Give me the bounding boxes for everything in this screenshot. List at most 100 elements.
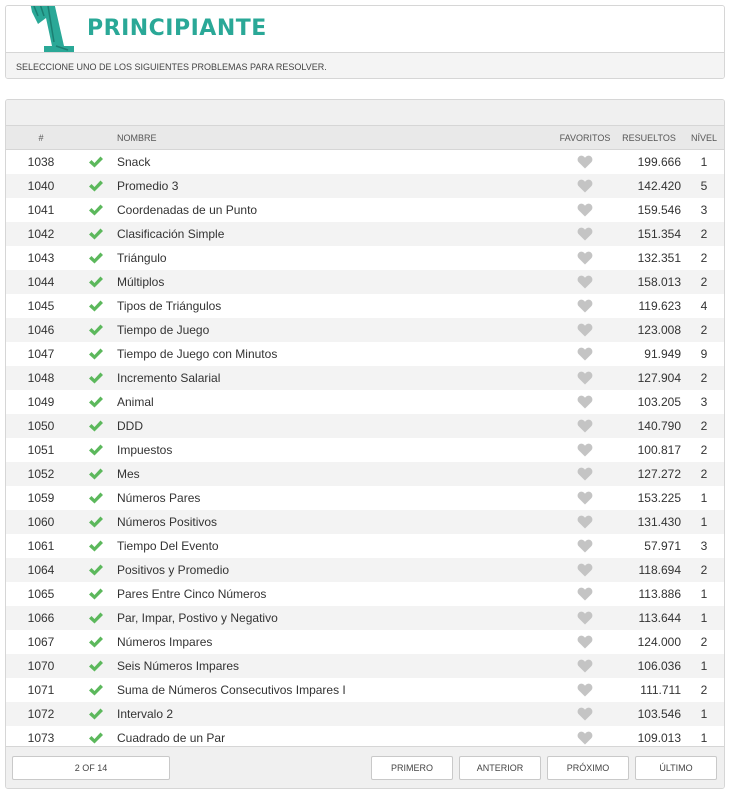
favorite-heart-icon[interactable]	[556, 419, 614, 433]
favorite-heart-icon[interactable]	[556, 395, 614, 409]
table-row[interactable]: 1067 Números Impares 124.000 2	[6, 630, 724, 654]
solved-count: 118.694	[638, 563, 682, 577]
table-row[interactable]: 1045 Tipos de Triángulos 119.623 4	[6, 294, 724, 318]
favorite-heart-icon[interactable]	[556, 587, 614, 601]
table-row[interactable]: 1049 Animal 103.205 3	[6, 390, 724, 414]
table-row[interactable]: 1038 Snack 199.666 1	[6, 150, 724, 174]
favorite-heart-icon[interactable]	[556, 491, 614, 505]
problem-name-link[interactable]: Tiempo de Juego con Minutos	[116, 347, 556, 361]
column-header-number[interactable]: #	[6, 133, 76, 143]
problem-name-link[interactable]: Números Pares	[116, 491, 556, 505]
favorite-heart-icon[interactable]	[556, 683, 614, 697]
solved-count: 159.546	[637, 203, 681, 217]
problem-name-link[interactable]: Mes	[116, 467, 556, 481]
favorite-heart-icon[interactable]	[556, 227, 614, 241]
column-header-name[interactable]: NOMBRE	[116, 133, 556, 143]
problem-name-link[interactable]: Seis Números Impares	[116, 659, 556, 673]
problem-name-link[interactable]: Snack	[116, 155, 556, 169]
favorite-heart-icon[interactable]	[556, 515, 614, 529]
table-row[interactable]: 1065 Pares Entre Cinco Números 113.886 1	[6, 582, 724, 606]
problem-name-link[interactable]: Múltiplos	[116, 275, 556, 289]
favorite-heart-icon[interactable]	[556, 659, 614, 673]
table-row[interactable]: 1072 Intervalo 2 103.546 1	[6, 702, 724, 726]
table-body: 1038 Snack 199.666 1 1040 Promedio 3 142.420 5 1…	[6, 150, 724, 750]
table-row[interactable]: 1051 Impuestos 100.817 2	[6, 438, 724, 462]
problem-name-link[interactable]: Impuestos	[116, 443, 556, 457]
table-row[interactable]: 1050 DDD 140.790 2	[6, 414, 724, 438]
favorite-heart-icon[interactable]	[556, 539, 614, 553]
table-row[interactable]: 1048 Incremento Salarial 127.904 2	[6, 366, 724, 390]
favorite-heart-icon[interactable]	[556, 299, 614, 313]
problem-name-link[interactable]: Positivos y Promedio	[116, 563, 556, 577]
problem-name-link[interactable]: Suma de Números Consecutivos Impares I	[116, 683, 556, 697]
table-row[interactable]: 1043 Triángulo 132.351 2	[6, 246, 724, 270]
column-header-solved[interactable]: RESUELTOS	[614, 133, 684, 143]
problem-name-link[interactable]: Promedio 3	[116, 179, 556, 193]
favorite-heart-icon[interactable]	[556, 203, 614, 217]
problem-name-link[interactable]: Tiempo Del Evento	[116, 539, 556, 553]
table-row[interactable]: 1047 Tiempo de Juego con Minutos 91.949 9	[6, 342, 724, 366]
page-indicator: 2 OF 14	[12, 756, 170, 780]
table-row[interactable]: 1046 Tiempo de Juego 123.008 2	[6, 318, 724, 342]
difficulty-level: 1	[700, 587, 708, 601]
solved-check-icon	[76, 467, 116, 481]
favorite-heart-icon[interactable]	[556, 371, 614, 385]
table-row[interactable]: 1061 Tiempo Del Evento 57.971 3	[6, 534, 724, 558]
table-row[interactable]: 1042 Clasificación Simple 151.354 2	[6, 222, 724, 246]
favorite-heart-icon[interactable]	[556, 275, 614, 289]
solved-check-icon	[76, 587, 116, 601]
problem-name-link[interactable]: Números Impares	[116, 635, 556, 649]
problem-name-link[interactable]: Intervalo 2	[116, 707, 556, 721]
favorite-heart-icon[interactable]	[556, 707, 614, 721]
next-page-button[interactable]: PRÓXIMO	[547, 756, 629, 780]
first-page-button[interactable]: PRIMERO	[371, 756, 453, 780]
solved-check-icon	[76, 635, 116, 649]
difficulty-level: 2	[700, 467, 708, 481]
problem-name-link[interactable]: Pares Entre Cinco Números	[116, 587, 556, 601]
last-page-button[interactable]: ÚLTIMO	[635, 756, 717, 780]
table-row[interactable]: 1040 Promedio 3 142.420 5	[6, 174, 724, 198]
table-row[interactable]: 1071 Suma de Números Consecutivos Impares…	[6, 678, 724, 702]
solved-count: 113.644	[638, 611, 682, 625]
problem-name-link[interactable]: Cuadrado de un Par	[116, 731, 556, 745]
table-row[interactable]: 1044 Múltiplos 158.013 2	[6, 270, 724, 294]
problem-name-link[interactable]: Clasificación Simple	[116, 227, 556, 241]
problem-name-link[interactable]: Tiempo de Juego	[116, 323, 556, 337]
table-row[interactable]: 1064 Positivos y Promedio 118.694 2	[6, 558, 724, 582]
table-row[interactable]: 1066 Par, Impar, Postivo y Negativo 113.64…	[6, 606, 724, 630]
favorite-heart-icon[interactable]	[556, 155, 614, 169]
problem-name-link[interactable]: Tipos de Triángulos	[116, 299, 556, 313]
table-row[interactable]: 1052 Mes 127.272 2	[6, 462, 724, 486]
header-title-bar: PRINCIPIANTE	[6, 6, 724, 54]
table-row[interactable]: 1041 Coordenadas de un Punto 159.546 3	[6, 198, 724, 222]
problem-id: 1065	[27, 587, 55, 601]
problem-name-link[interactable]: Animal	[116, 395, 556, 409]
problem-name-link[interactable]: Par, Impar, Postivo y Negativo	[116, 611, 556, 625]
difficulty-level: 2	[700, 323, 708, 337]
favorite-heart-icon[interactable]	[556, 347, 614, 361]
problem-name-link[interactable]: Coordenadas de un Punto	[116, 203, 556, 217]
solved-count: 140.790	[637, 419, 681, 433]
favorite-heart-icon[interactable]	[556, 179, 614, 193]
column-header-level[interactable]: NÍVEL	[684, 133, 724, 143]
problem-name-link[interactable]: Triángulo	[116, 251, 556, 265]
problem-name-link[interactable]: Incremento Salarial	[116, 371, 556, 385]
solved-count: 123.008	[637, 323, 681, 337]
favorite-heart-icon[interactable]	[556, 443, 614, 457]
favorite-heart-icon[interactable]	[556, 611, 614, 625]
problem-name-link[interactable]: DDD	[116, 419, 556, 433]
column-header-favorites[interactable]: FAVORITOS	[556, 133, 614, 143]
table-row[interactable]: 1070 Seis Números Impares 106.036 1	[6, 654, 724, 678]
solved-check-icon	[76, 203, 116, 217]
table-row[interactable]: 1059 Números Pares 153.225 1	[6, 486, 724, 510]
previous-page-button[interactable]: ANTERIOR	[459, 756, 541, 780]
table-row[interactable]: 1060 Números Positivos 131.430 1	[6, 510, 724, 534]
favorite-heart-icon[interactable]	[556, 731, 614, 745]
favorite-heart-icon[interactable]	[556, 467, 614, 481]
problem-name-link[interactable]: Números Positivos	[116, 515, 556, 529]
favorite-heart-icon[interactable]	[556, 563, 614, 577]
favorite-heart-icon[interactable]	[556, 251, 614, 265]
favorite-heart-icon[interactable]	[556, 635, 614, 649]
problem-id: 1052	[27, 467, 55, 481]
favorite-heart-icon[interactable]	[556, 323, 614, 337]
